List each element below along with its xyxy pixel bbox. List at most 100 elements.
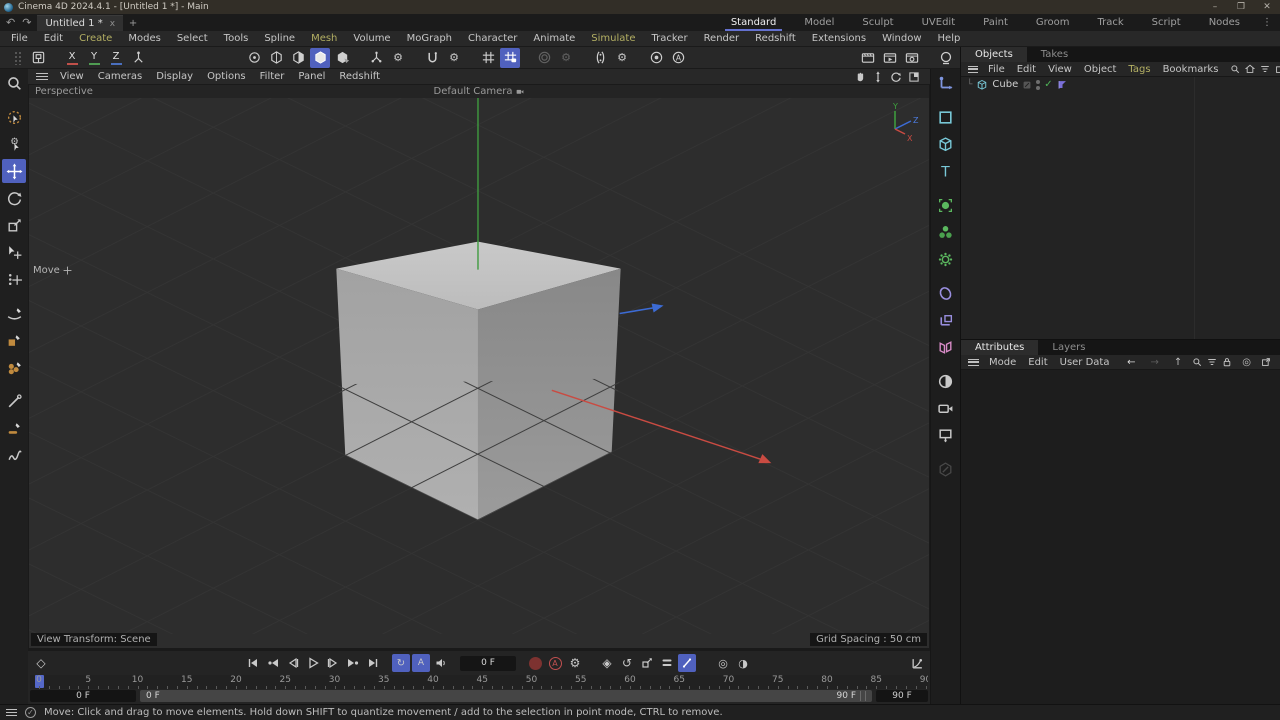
viewport-menu-filter[interactable]: Filter bbox=[254, 71, 291, 82]
viewport-menu-panel[interactable]: Panel bbox=[292, 71, 331, 82]
layout-tab-paint[interactable]: Paint bbox=[969, 14, 1022, 31]
zoom-view-icon[interactable] bbox=[872, 71, 884, 83]
workplane-lock-button[interactable]: A bbox=[668, 48, 688, 68]
menu-edit[interactable]: Edit bbox=[37, 32, 70, 45]
objects-menu-view[interactable]: View bbox=[1043, 64, 1077, 75]
move-tool-button[interactable] bbox=[2, 159, 26, 183]
render-to-picture-viewer-button[interactable] bbox=[880, 48, 900, 68]
spline-pen-tool-button[interactable] bbox=[2, 301, 26, 325]
range-start-field[interactable]: 0 F bbox=[30, 690, 136, 702]
objects-popout-icon[interactable] bbox=[1275, 64, 1280, 74]
attributes-search-icon[interactable] bbox=[1192, 357, 1202, 367]
history-back-icon[interactable]: ← bbox=[1122, 357, 1140, 368]
autokeying-button[interactable]: A bbox=[546, 654, 564, 672]
point-mode-button[interactable] bbox=[266, 48, 286, 68]
keyframe-easing-button[interactable]: ◑ bbox=[734, 654, 752, 672]
key-position-button[interactable]: ◈ bbox=[598, 654, 616, 672]
tweak-mode-button[interactable] bbox=[332, 48, 352, 68]
coordinate-system-button[interactable] bbox=[128, 48, 148, 68]
magnet-settings-gear-icon[interactable]: ⚙ bbox=[444, 48, 464, 68]
attributes-menu-mode[interactable]: Mode bbox=[984, 357, 1021, 368]
symmetry-object-button[interactable] bbox=[934, 335, 958, 359]
range-end-field[interactable]: 90 F bbox=[876, 690, 928, 702]
attributes-filter-icon[interactable] bbox=[1207, 357, 1217, 367]
layout-tab-model[interactable]: Model bbox=[790, 14, 848, 31]
keying-settings-button[interactable]: ⚙ bbox=[566, 654, 584, 672]
objects-menu-file[interactable]: File bbox=[983, 64, 1010, 75]
sound-toggle-button[interactable] bbox=[432, 654, 450, 672]
object-enabled-check-icon[interactable]: ✓ bbox=[1044, 79, 1052, 90]
menu-extensions[interactable]: Extensions bbox=[805, 32, 873, 45]
objects-menu-bookmarks[interactable]: Bookmarks bbox=[1158, 64, 1224, 75]
axis-y-lock-button[interactable]: Y bbox=[84, 48, 104, 68]
polygon-mode-button[interactable] bbox=[310, 48, 330, 68]
layout-tab-nodes[interactable]: Nodes bbox=[1195, 14, 1254, 31]
attributes-menu-edit[interactable]: Edit bbox=[1023, 357, 1052, 368]
menu-help[interactable]: Help bbox=[931, 32, 968, 45]
viewport-view-label[interactable]: Perspective bbox=[35, 86, 93, 97]
document-tab[interactable]: Untitled 1 * x bbox=[37, 15, 123, 31]
viewport-camera-label-group[interactable]: Default Camera bbox=[434, 86, 525, 97]
toggle-single-view-icon[interactable] bbox=[908, 71, 920, 83]
key-rotation-button[interactable]: ↺ bbox=[618, 654, 636, 672]
layout-tab-sculpt[interactable]: Sculpt bbox=[848, 14, 907, 31]
snap-enabled-button[interactable] bbox=[500, 48, 520, 68]
material-sphere-icon[interactable] bbox=[936, 48, 956, 68]
close-button[interactable]: ✕ bbox=[1254, 0, 1280, 14]
find-tool-button[interactable] bbox=[2, 71, 26, 95]
timeline-ruler[interactable]: 051015202530354045505560657075808590 bbox=[30, 675, 928, 689]
parent-up-icon[interactable]: ↑ bbox=[1169, 357, 1187, 368]
loop-playback-button[interactable]: ↻ bbox=[392, 654, 410, 672]
menu-simulate[interactable]: Simulate bbox=[584, 32, 642, 45]
object-name[interactable]: Cube bbox=[992, 79, 1018, 90]
viewport-menu-icon[interactable] bbox=[36, 73, 48, 80]
primitive-pen-tool-button[interactable] bbox=[2, 355, 26, 379]
viewport-menu-display[interactable]: Display bbox=[150, 71, 199, 82]
enable-axis-button[interactable] bbox=[366, 48, 386, 68]
objects-filter-icon[interactable] bbox=[1260, 64, 1270, 74]
range-slider[interactable]: 0 F 90 F bbox=[140, 690, 872, 702]
menu-window[interactable]: Window bbox=[875, 32, 928, 45]
selection-settings-tool-button[interactable]: ⚙ bbox=[2, 132, 26, 156]
coordinates-palette-button[interactable] bbox=[934, 71, 958, 95]
maximize-button[interactable]: ❐ bbox=[1228, 0, 1254, 14]
phong-tag-icon[interactable] bbox=[1057, 79, 1068, 90]
menu-character[interactable]: Character bbox=[461, 32, 524, 45]
spline-circle-button[interactable] bbox=[934, 281, 958, 305]
range-slider-handle[interactable] bbox=[860, 691, 866, 701]
viewport-menu-cameras[interactable]: Cameras bbox=[92, 71, 148, 82]
transform-tool-button[interactable] bbox=[2, 240, 26, 264]
current-frame-field[interactable]: 0 F bbox=[460, 656, 516, 671]
menu-file[interactable]: File bbox=[4, 32, 35, 45]
effector-object-button[interactable] bbox=[934, 247, 958, 271]
brush-tool-button[interactable] bbox=[2, 416, 26, 440]
menu-tools[interactable]: Tools bbox=[217, 32, 256, 45]
attributes-popout-icon[interactable] bbox=[1261, 357, 1271, 367]
keyframe-diamond-icon[interactable]: ◇ bbox=[32, 654, 50, 672]
cloner-object-button[interactable] bbox=[934, 220, 958, 244]
tab-objects[interactable]: Objects bbox=[961, 47, 1027, 62]
volume-builder-button[interactable] bbox=[934, 369, 958, 393]
cube-primitive-button[interactable] bbox=[934, 132, 958, 156]
text-object-button[interactable]: T bbox=[934, 159, 958, 183]
viewport-perspective[interactable]: Perspective Default Camera bbox=[28, 84, 930, 649]
measure-tool-button[interactable] bbox=[2, 389, 26, 413]
object-edit-toggle-icon[interactable] bbox=[1022, 80, 1032, 90]
goto-end-button[interactable] bbox=[364, 654, 382, 672]
objects-search-icon[interactable] bbox=[1230, 64, 1240, 74]
play-button[interactable] bbox=[304, 654, 322, 672]
objects-home-icon[interactable] bbox=[1245, 64, 1255, 74]
menu-create[interactable]: Create bbox=[72, 32, 119, 45]
redo-icon[interactable]: ↷ bbox=[22, 16, 31, 29]
goto-start-button[interactable] bbox=[244, 654, 262, 672]
rotate-view-icon[interactable] bbox=[890, 71, 902, 83]
instance-object-button[interactable] bbox=[934, 308, 958, 332]
new-document-tab-button[interactable]: + bbox=[123, 15, 143, 31]
record-button[interactable] bbox=[526, 654, 544, 672]
menu-mesh[interactable]: Mesh bbox=[304, 32, 344, 45]
layout-tab-standard[interactable]: Standard bbox=[717, 14, 791, 31]
next-key-button[interactable] bbox=[344, 654, 362, 672]
scale-tool-button[interactable] bbox=[2, 213, 26, 237]
menu-spline[interactable]: Spline bbox=[257, 32, 302, 45]
menu-volume[interactable]: Volume bbox=[346, 32, 397, 45]
